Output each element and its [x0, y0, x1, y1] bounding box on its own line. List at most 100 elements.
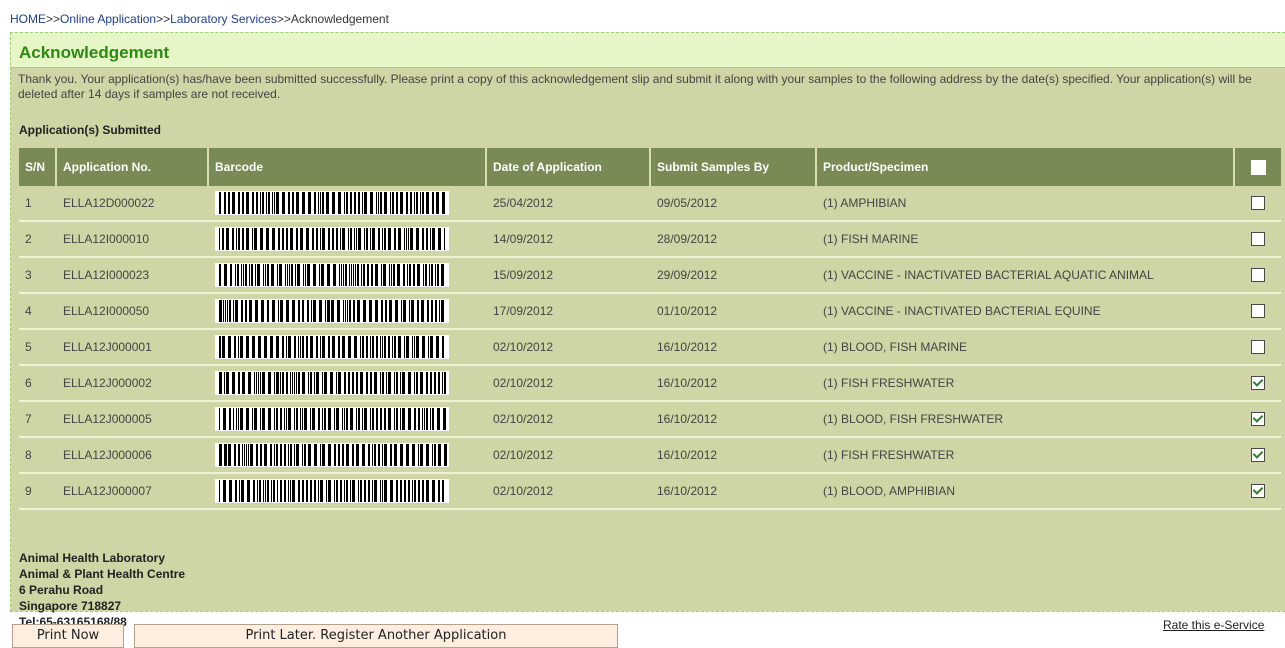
address-line: Animal & Plant Health Centre	[19, 567, 186, 581]
select-cell	[1235, 294, 1281, 330]
barcode-cell	[209, 222, 487, 258]
submit-samples-by-cell: 09/05/2012	[651, 186, 817, 222]
breadcrumb-home-link[interactable]: HOME	[10, 12, 46, 26]
product-specimen-cell: (1) VACCINE - INACTIVATED BACTERIAL AQUA…	[817, 258, 1235, 294]
col-submit-samples-by: Submit Samples By	[651, 148, 817, 186]
col-sn: S/N	[19, 148, 57, 186]
barcode-image	[215, 335, 449, 359]
lab-address: Animal Health Laboratory Animal & Plant …	[19, 550, 185, 630]
date-of-application-cell: 02/10/2012	[487, 402, 651, 438]
breadcrumb-laboratory-services-link[interactable]: Laboratory Services	[170, 12, 277, 26]
table-row: 1 ELLA12D000022 25/04/2012 09/05/2012 (1) AM…	[19, 186, 1281, 222]
barcode-image	[215, 191, 449, 215]
select-cell	[1235, 366, 1281, 402]
sn-cell: 8	[19, 438, 57, 474]
table-row: 8 ELLA12J000006 02/10/2012 16/10/2012 (1) FI…	[19, 438, 1281, 474]
row-checkbox[interactable]	[1251, 268, 1265, 283]
table-header-row: S/N Application No. Barcode Date of Appl…	[19, 148, 1281, 186]
application-no-cell: ELLA12J000006	[57, 438, 209, 474]
application-no-cell: ELLA12J000007	[57, 474, 209, 510]
date-of-application-cell: 25/04/2012	[487, 186, 651, 222]
sn-cell: 5	[19, 330, 57, 366]
submit-samples-by-cell: 16/10/2012	[651, 474, 817, 510]
row-checkbox[interactable]	[1251, 376, 1265, 391]
address-line: 6 Perahu Road	[19, 583, 104, 597]
page-title: Acknowledgement	[19, 43, 170, 62]
submit-samples-by-cell: 29/09/2012	[651, 258, 817, 294]
product-specimen-cell: (1) FISH FRESHWATER	[817, 438, 1235, 474]
row-checkbox[interactable]	[1251, 232, 1265, 247]
row-checkbox[interactable]	[1251, 484, 1265, 499]
breadcrumb-current: Acknowledgement	[290, 12, 389, 26]
row-checkbox[interactable]	[1251, 448, 1265, 463]
product-specimen-cell: (1) BLOOD, AMPHIBIAN	[817, 474, 1235, 510]
barcode-image	[215, 227, 449, 251]
select-cell	[1235, 474, 1281, 510]
col-product-specimen: Product/Specimen	[817, 148, 1235, 186]
application-no-cell: ELLA12I000023	[57, 258, 209, 294]
breadcrumb: HOME>>Online Application>>Laboratory Ser…	[10, 12, 389, 26]
table-row: 3 ELLA12I000023 15/09/2012 29/09/2012 (1) VA…	[19, 258, 1281, 294]
select-cell	[1235, 402, 1281, 438]
col-date-of-application: Date of Application	[487, 148, 651, 186]
breadcrumb-separator: >>	[46, 12, 61, 26]
barcode-cell	[209, 186, 487, 222]
breadcrumb-online-application-link[interactable]: Online Application	[60, 12, 156, 26]
barcode-image	[215, 443, 449, 467]
select-cell	[1235, 330, 1281, 366]
barcode-cell	[209, 474, 487, 510]
submit-samples-by-cell: 16/10/2012	[651, 402, 817, 438]
sn-cell: 1	[19, 186, 57, 222]
table-row: 5 ELLA12J000001 02/10/2012 16/10/2012 (1) BL…	[19, 330, 1281, 366]
application-no-cell: ELLA12I000050	[57, 294, 209, 330]
sn-cell: 3	[19, 258, 57, 294]
row-checkbox[interactable]	[1251, 304, 1265, 319]
row-checkbox[interactable]	[1251, 340, 1265, 355]
sn-cell: 6	[19, 366, 57, 402]
barcode-image	[215, 371, 449, 395]
col-barcode: Barcode	[209, 148, 487, 186]
row-checkbox[interactable]	[1251, 412, 1265, 427]
date-of-application-cell: 02/10/2012	[487, 366, 651, 402]
barcode-cell	[209, 366, 487, 402]
submit-samples-by-cell: 16/10/2012	[651, 330, 817, 366]
table-row: 9 ELLA12J000007 02/10/2012 16/10/2012 (1) BL…	[19, 474, 1281, 510]
acknowledgement-panel: Acknowledgement Thank you. Your applicat…	[10, 32, 1285, 629]
barcode-image	[215, 263, 449, 287]
section-heading: Application(s) Submitted	[19, 123, 161, 137]
select-cell	[1235, 258, 1281, 294]
applications-table: S/N Application No. Barcode Date of Appl…	[19, 148, 1281, 510]
date-of-application-cell: 17/09/2012	[487, 294, 651, 330]
product-specimen-cell: (1) FISH MARINE	[817, 222, 1235, 258]
submit-samples-by-cell: 16/10/2012	[651, 366, 817, 402]
submit-samples-by-cell: 01/10/2012	[651, 294, 817, 330]
table-row: 2 ELLA12I000010 14/09/2012 28/09/2012 (1) FI…	[19, 222, 1281, 258]
intro-text: Thank you. Your application(s) has/have …	[18, 72, 1252, 101]
application-no-cell: ELLA12J000001	[57, 330, 209, 366]
submit-samples-by-cell: 28/09/2012	[651, 222, 817, 258]
barcode-cell	[209, 294, 487, 330]
address-line: Animal Health Laboratory	[19, 551, 166, 565]
breadcrumb-separator: >>	[276, 12, 291, 26]
date-of-application-cell: 02/10/2012	[487, 438, 651, 474]
print-later-button[interactable]: Print Later. Register Another Applicatio…	[134, 624, 618, 648]
submit-samples-by-cell: 16/10/2012	[651, 438, 817, 474]
col-select-all	[1235, 148, 1281, 186]
row-checkbox[interactable]	[1251, 196, 1265, 211]
table-row: 7 ELLA12J000005 02/10/2012 16/10/2012 (1) BL…	[19, 402, 1281, 438]
select-all-checkbox[interactable]	[1250, 159, 1266, 175]
product-specimen-cell: (1) AMPHIBIAN	[817, 186, 1235, 222]
rate-service-link[interactable]: Rate this e-Service	[1163, 618, 1264, 632]
select-cell	[1235, 186, 1281, 222]
table-row: 4 ELLA12I000050 17/09/2012 01/10/2012 (1) VA…	[19, 294, 1281, 330]
product-specimen-cell: (1) BLOOD, FISH MARINE	[817, 330, 1235, 366]
application-no-cell: ELLA12J000002	[57, 366, 209, 402]
sn-cell: 7	[19, 402, 57, 438]
print-now-button[interactable]: Print Now	[12, 624, 124, 648]
barcode-image	[215, 479, 449, 503]
product-specimen-cell: (1) VACCINE - INACTIVATED BACTERIAL EQUI…	[817, 294, 1235, 330]
barcode-cell	[209, 330, 487, 366]
product-specimen-cell: (1) FISH FRESHWATER	[817, 366, 1235, 402]
panel-body: Thank you. Your application(s) has/have …	[11, 67, 1285, 629]
barcode-cell	[209, 438, 487, 474]
